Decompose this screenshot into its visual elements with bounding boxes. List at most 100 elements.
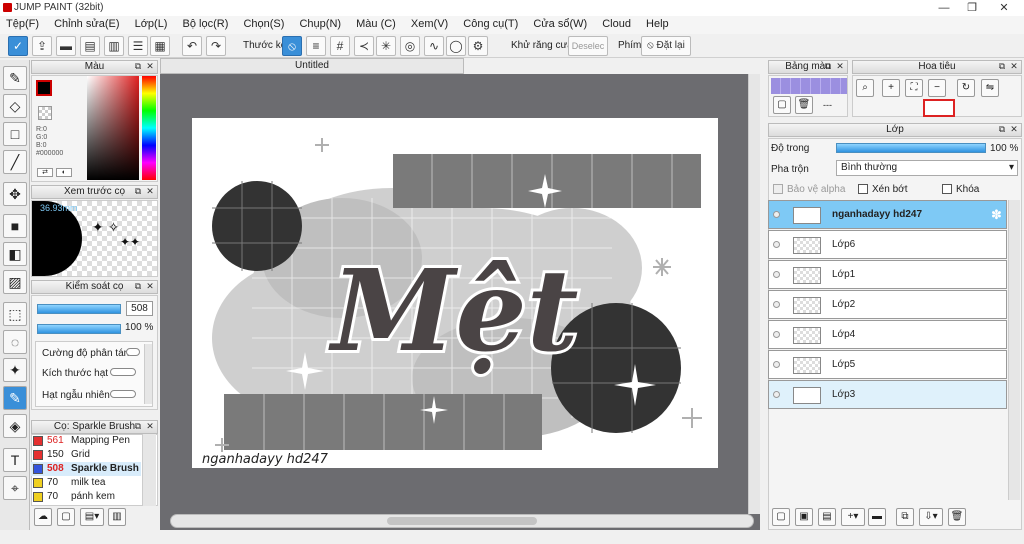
visibility-icon[interactable] [773,211,780,218]
panel-float-icon[interactable]: ⧉ [133,422,143,432]
options-scrollbar[interactable] [144,344,152,404]
transparent-color[interactable] [38,106,52,120]
redo-icon[interactable]: ↷ [206,36,226,56]
layer-row[interactable]: Lớp1 [768,260,1007,289]
radial-ruler-icon[interactable]: ✳ [376,36,396,56]
brush-tool-icon[interactable]: ✎ [3,66,27,90]
panel-float-icon[interactable]: ⧉ [133,62,143,72]
layer-row[interactable]: Lớp4 [768,320,1007,349]
flip-icon[interactable]: ⇋ [981,79,999,97]
brush-list-scrollbar[interactable] [142,434,156,506]
close-button[interactable]: ✕ [984,0,1024,16]
brush-item-selected[interactable]: 508 Sparkle Brush [31,462,141,476]
document-canvas[interactable]: Mệt nganhadayy hd247 [192,118,718,468]
duplicate-layer-icon[interactable]: ⧉ [896,508,914,526]
curve-ruler-icon[interactable]: ∿ [424,36,444,56]
select-rect-icon[interactable]: ⬚ [3,302,27,326]
blend-mode-select[interactable]: Bình thường ▾ [836,160,1018,176]
panel-close-icon[interactable]: ✕ [145,422,155,432]
lock-checkbox[interactable] [942,184,952,194]
brush-size-input[interactable]: 508 [126,301,153,316]
random-grain-slider[interactable] [110,390,136,398]
bucket-tool-icon[interactable]: ◧ [3,242,27,266]
panel-close-icon[interactable]: ✕ [145,187,155,197]
ellipse-ruler-icon[interactable]: ◯ [446,36,466,56]
menu-layer[interactable]: Lớp(L) [129,16,174,30]
grid-ruler-icon[interactable]: # [330,36,350,56]
brush-item[interactable]: 561 Mapping Pen [31,434,141,448]
color-mode-icon[interactable]: ◐ [56,168,72,177]
menu-select[interactable]: Chọn(S) [237,16,290,30]
menu-help[interactable]: Help [640,16,675,30]
panel-float-icon[interactable]: ⧉ [997,125,1007,135]
fill-rect-tool-icon[interactable]: ■ [3,214,27,238]
new-layer-icon[interactable]: ▢ [772,508,790,526]
scatter-slider[interactable] [126,348,140,356]
palette-menu-icon[interactable]: --- [823,100,832,110]
eraser-tool-icon[interactable]: ◇ [3,94,27,118]
layer-row[interactable]: Lớp6 [768,230,1007,259]
fit-screen-icon[interactable]: ⛶ [905,79,923,97]
foreground-color[interactable] [36,80,52,96]
magic-wand-icon[interactable]: ✦ [3,358,27,382]
merge-layer-icon[interactable]: ⇩▾ [919,508,943,526]
hue-slider[interactable] [142,76,156,180]
export-icon[interactable]: ⇪ [32,36,52,56]
brush-settings-icon[interactable]: ▥ [108,508,126,526]
layer-row[interactable]: Lớp5 [768,350,1007,379]
visibility-icon[interactable] [773,301,780,308]
list-icon[interactable]: ☰ [128,36,148,56]
brush-size-slider[interactable] [37,304,121,314]
clip-checkbox[interactable] [858,184,868,194]
grain-size-slider[interactable] [110,368,136,376]
h-scroll-thumb[interactable] [387,517,537,525]
visibility-icon[interactable] [773,361,780,368]
ruler-settings-icon[interactable]: ⚙ [468,36,488,56]
parallel-ruler-icon[interactable]: ≡ [306,36,326,56]
new-halftone-layer-icon[interactable]: ▤ [818,508,836,526]
new-brush-icon[interactable]: ▢ [57,508,75,526]
menu-window[interactable]: Cửa sổ(W) [527,16,593,30]
panel-close-icon[interactable]: ✕ [145,62,155,72]
perspective-ruler-icon[interactable]: ≺ [354,36,374,56]
brush-opacity-slider[interactable] [37,324,121,334]
brush-menu-icon[interactable]: ▤▾ [80,508,104,526]
line-tool-icon[interactable]: ╱ [3,150,27,174]
move-tool-icon[interactable]: ✥ [3,182,27,206]
menu-tools[interactable]: Công cụ(T) [457,16,524,30]
visibility-icon[interactable] [773,271,780,278]
brush-cloud-icon[interactable]: ☁ [34,508,52,526]
select-eraser-icon[interactable]: ◈ [3,414,27,438]
navigator-thumbnail[interactable] [923,99,955,117]
gradient-tool-icon[interactable]: ▨ [3,270,27,294]
visibility-icon[interactable] [773,241,780,248]
canvas-v-scrollbar[interactable] [748,74,760,514]
palette-add-icon[interactable]: ▢ [773,96,791,114]
panel-close-icon[interactable]: ✕ [1009,125,1019,135]
palette-swatches[interactable] [771,78,847,94]
text-tool-icon[interactable]: T [3,448,27,472]
comment-icon[interactable]: ▤ [80,36,100,56]
brush-item[interactable]: 70 pánh kem [31,490,141,504]
canvas-tab[interactable]: Untitled [160,58,464,74]
brush-item[interactable]: 150 Grid [31,448,141,462]
panel-float-icon[interactable]: ⧉ [133,282,143,292]
menu-color[interactable]: Màu (C) [350,16,402,30]
ruler-off-icon[interactable]: ⦸ [282,36,302,56]
cloud-check-icon[interactable]: ✓ [8,36,28,56]
zoom-reset-icon[interactable]: ⌕ [856,79,874,97]
select-pen-icon[interactable]: ✎ [3,386,27,410]
alpha-protect-checkbox[interactable] [773,184,783,194]
visibility-icon[interactable] [773,331,780,338]
lasso-tool-icon[interactable]: ◌ [3,330,27,354]
layer-opacity-slider[interactable] [836,143,986,153]
eyedropper-tool-icon[interactable]: ⌖ [3,476,27,500]
menu-capture[interactable]: Chụp(N) [293,16,347,30]
menu-file[interactable]: Tệp(F) [0,16,45,30]
undo-icon[interactable]: ↶ [182,36,202,56]
panel-float-icon[interactable]: ⧉ [997,62,1007,72]
color-swap-icon[interactable]: ⇄ [37,168,53,177]
deselect-button[interactable]: Deselec [568,36,608,56]
rect-tool-icon[interactable]: □ [3,122,27,146]
rotate-icon[interactable]: ↻ [957,79,975,97]
